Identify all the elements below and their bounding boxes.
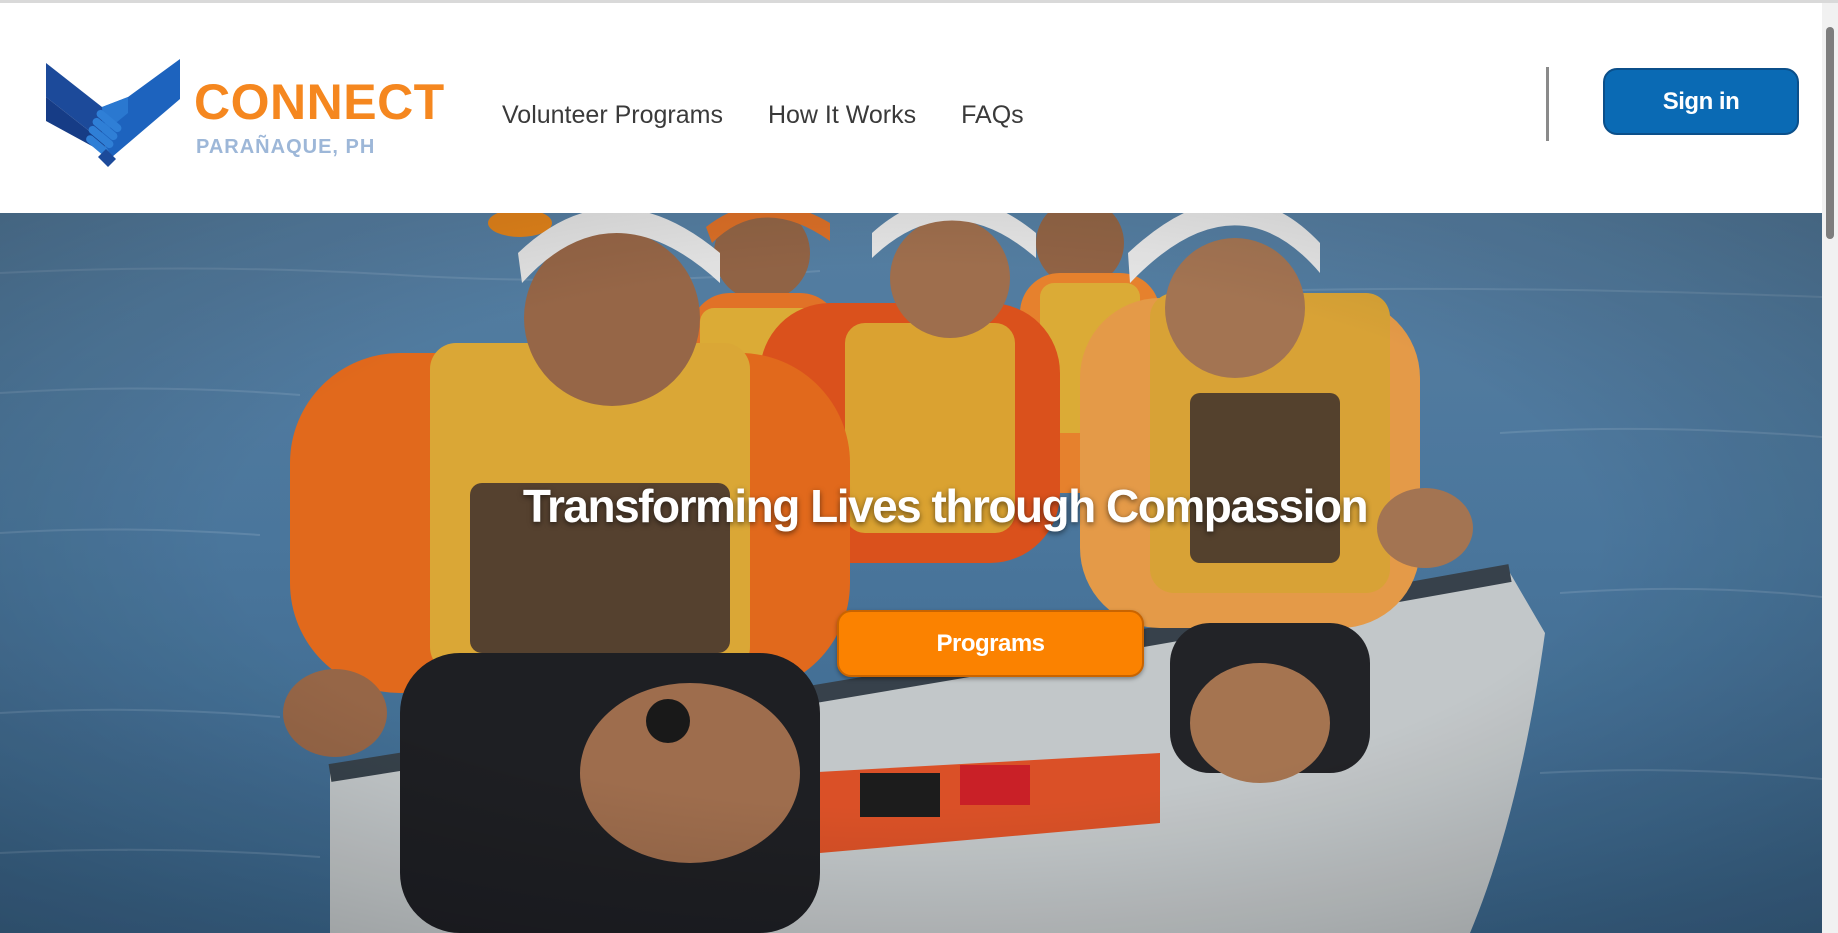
logo-title: CONNECT xyxy=(194,74,445,130)
programs-button[interactable]: Programs xyxy=(837,610,1144,677)
handshake-check-icon xyxy=(46,59,180,167)
hero-title: Transforming Lives through Compassion xyxy=(522,480,1369,532)
nav-volunteer-programs[interactable]: Volunteer Programs xyxy=(502,99,723,131)
nav-how-it-works[interactable]: How It Works xyxy=(768,99,916,131)
page-scrollbar[interactable] xyxy=(1822,3,1838,933)
sign-in-button[interactable]: Sign in xyxy=(1603,68,1799,135)
header-divider xyxy=(1546,67,1549,141)
main-nav: Volunteer Programs How It Works FAQs xyxy=(502,99,1024,131)
hero-photo xyxy=(0,213,1822,933)
nav-faqs[interactable]: FAQs xyxy=(961,99,1024,131)
site-header: CONNECT PARAÑAQUE, PH Volunteer Programs… xyxy=(0,3,1822,213)
scrollbar-thumb[interactable] xyxy=(1826,27,1834,239)
logo-location: PARAÑAQUE, PH xyxy=(196,136,376,158)
site-logo[interactable]: CONNECT PARAÑAQUE, PH xyxy=(46,59,466,171)
hero-banner: Transforming Lives through Compassion Pr… xyxy=(0,213,1822,933)
